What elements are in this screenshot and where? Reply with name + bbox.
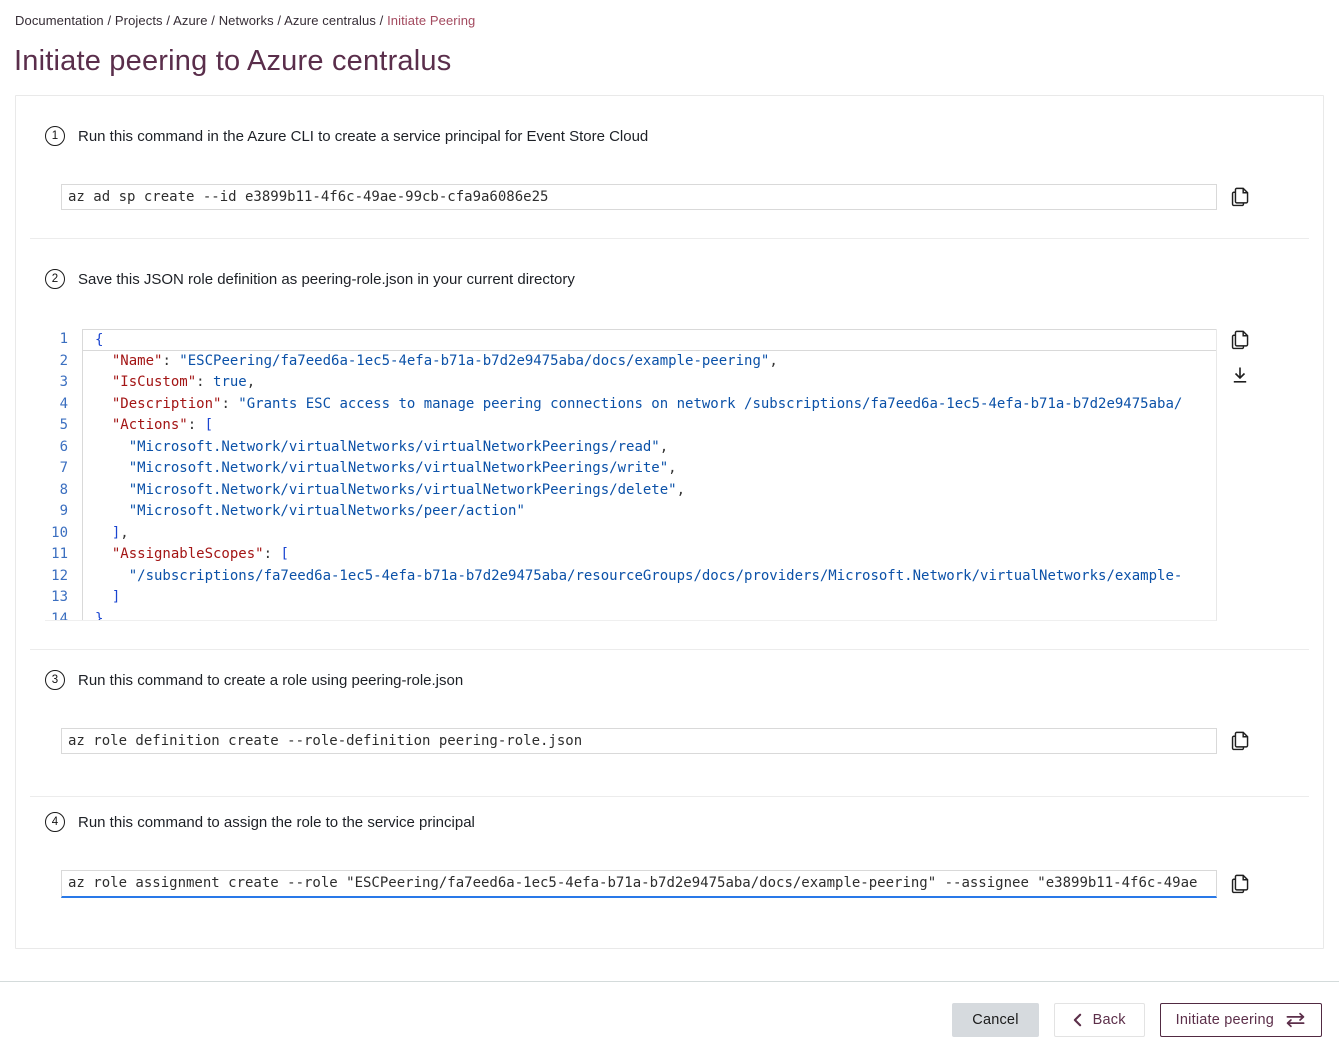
json-code-line: 12 "/subscriptions/fa7eed6a-1ec5-4efa-b7… — [45, 566, 1216, 588]
copy-button[interactable] — [1230, 186, 1250, 208]
line-number: 8 — [45, 480, 82, 502]
json-code-line: 9 "Microsoft.Network/virtualNetworks/pee… — [45, 501, 1216, 523]
line-number: 12 — [45, 566, 82, 588]
chevron-left-icon — [1073, 1013, 1082, 1027]
line-number: 4 — [45, 394, 82, 416]
copy-button[interactable] — [1230, 873, 1250, 895]
step-1-section: 1 Run this command in the Azure CLI to c… — [30, 96, 1309, 239]
back-button-label: Back — [1093, 1012, 1126, 1028]
json-code-line: 7 "Microsoft.Network/virtualNetworks/vir… — [45, 458, 1216, 480]
transfer-arrows-icon — [1285, 1012, 1306, 1028]
step-4-number-badge: 4 — [45, 812, 65, 832]
copy-icon — [1230, 186, 1250, 208]
breadcrumb-separator: / — [208, 13, 219, 28]
line-number: 10 — [45, 523, 82, 545]
step-4-section: 4 Run this command to assign the role to… — [30, 797, 1309, 948]
breadcrumb-separator: / — [376, 13, 387, 28]
step-1-instruction: Run this command in the Azure CLI to cre… — [78, 128, 648, 145]
step-4-instruction: Run this command to assign the role to t… — [78, 814, 475, 831]
line-number: 2 — [45, 351, 82, 373]
copy-button[interactable] — [1230, 329, 1250, 351]
breadcrumb: Documentation / Projects / Azure / Netwo… — [0, 0, 1339, 28]
back-button[interactable]: Back — [1054, 1003, 1145, 1037]
breadcrumb-separator: / — [274, 13, 284, 28]
json-code-line: 4 "Description": "Grants ESC access to m… — [45, 394, 1216, 416]
command-input-assign-role[interactable]: az role assignment create --role "ESCPee… — [61, 870, 1217, 898]
command-input-create-role[interactable]: az role definition create --role-definit… — [61, 728, 1217, 754]
breadcrumb-item[interactable]: Projects — [115, 13, 163, 28]
step-2-instruction: Save this JSON role definition as peerin… — [78, 271, 575, 288]
step-2-number-badge: 2 — [45, 269, 65, 289]
json-editor[interactable]: 1{2 "Name": "ESCPeering/fa7eed6a-1ec5-4e… — [45, 329, 1217, 621]
step-3-section: 3 Run this command to create a role usin… — [30, 650, 1309, 797]
step-3-instruction: Run this command to create a role using … — [78, 672, 463, 689]
line-number: 7 — [45, 458, 82, 480]
copy-icon — [1230, 329, 1250, 351]
json-code-line: 14} — [45, 609, 1216, 622]
copy-icon — [1230, 873, 1250, 895]
step-1-number-badge: 1 — [45, 126, 65, 146]
wizard-card: 1 Run this command in the Azure CLI to c… — [15, 95, 1324, 949]
json-code-line: 6 "Microsoft.Network/virtualNetworks/vir… — [45, 437, 1216, 459]
command-input-create-sp[interactable]: az ad sp create --id e3899b11-4f6c-49ae-… — [61, 184, 1217, 210]
step-3-number-badge: 3 — [45, 670, 65, 690]
initiate-peering-label: Initiate peering — [1176, 1012, 1274, 1028]
breadcrumb-separator: / — [104, 13, 115, 28]
json-code-line: 10 ], — [45, 523, 1216, 545]
breadcrumb-item[interactable]: Azure — [173, 13, 207, 28]
line-number: 3 — [45, 372, 82, 394]
line-number: 11 — [45, 544, 82, 566]
copy-button[interactable] — [1230, 730, 1250, 752]
line-number: 14 — [45, 609, 82, 622]
json-code-line: 11 "AssignableScopes": [ — [45, 544, 1216, 566]
json-code-line: 13 ] — [45, 587, 1216, 609]
breadcrumb-item-current[interactable]: Initiate Peering — [387, 13, 475, 28]
json-code-line: 8 "Microsoft.Network/virtualNetworks/vir… — [45, 480, 1216, 502]
breadcrumb-item[interactable]: Documentation — [15, 13, 104, 28]
line-number: 5 — [45, 415, 82, 437]
line-number: 13 — [45, 587, 82, 609]
line-number: 1 — [45, 329, 82, 351]
line-number: 9 — [45, 501, 82, 523]
breadcrumb-item[interactable]: Azure centralus — [284, 13, 376, 28]
footer-actions: Cancel Back Initiate peering — [0, 982, 1339, 1037]
json-code-line: 1{ — [45, 329, 1216, 351]
json-code-line: 3 "IsCustom": true, — [45, 372, 1216, 394]
cancel-button[interactable]: Cancel — [952, 1003, 1038, 1037]
download-button[interactable] — [1230, 365, 1250, 385]
initiate-peering-button[interactable]: Initiate peering — [1160, 1003, 1322, 1037]
copy-icon — [1230, 730, 1250, 752]
download-icon — [1230, 365, 1250, 385]
breadcrumb-separator: / — [163, 13, 173, 28]
breadcrumb-item[interactable]: Networks — [219, 13, 274, 28]
line-number: 6 — [45, 437, 82, 459]
step-2-section: 2 Save this JSON role definition as peer… — [30, 239, 1309, 650]
page-title: Initiate peering to Azure centralus — [14, 45, 1339, 78]
json-code-line: 2 "Name": "ESCPeering/fa7eed6a-1ec5-4efa… — [45, 351, 1216, 373]
json-code-line: 5 "Actions": [ — [45, 415, 1216, 437]
